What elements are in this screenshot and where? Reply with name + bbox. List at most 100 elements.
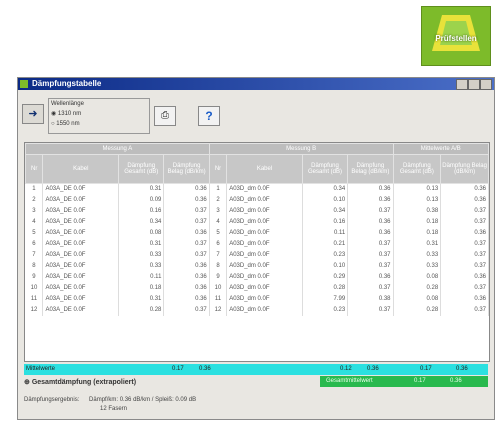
- table-cell: A03A_DE 0.0F: [42, 206, 120, 217]
- table-cell: 0.16: [302, 217, 349, 228]
- radio-1310[interactable]: ◉ 1310 nm: [49, 109, 149, 119]
- table-cell: 0.33: [118, 250, 165, 261]
- mean-row: Mittelwerte 0.17 0.36 0.12 0.36 0.17 0.3…: [24, 364, 488, 375]
- table-cell: A03D_dm 0.0F: [226, 261, 303, 272]
- printer-icon: ⎙: [161, 110, 169, 121]
- maximize-button[interactable]: [468, 79, 480, 90]
- table-cell: 0.34: [118, 217, 165, 228]
- table-cell: 0.33: [118, 261, 165, 272]
- table-cell: 9: [25, 272, 44, 283]
- window-title: Dämpfungstabelle: [32, 79, 102, 88]
- table-cell: 0.36: [440, 272, 489, 283]
- column-header[interactable]: Kabel: [226, 154, 303, 184]
- mean-a-total: 0.17: [172, 366, 184, 372]
- mean-row-highlight: [24, 364, 488, 375]
- table-cell: 0.37: [347, 239, 394, 250]
- column-header[interactable]: Dämpfung Belag (dB/km): [440, 154, 489, 184]
- table-cell: A03D_dm 0.0F: [226, 183, 303, 195]
- table-cell: A03D_dm 0.0F: [226, 228, 303, 239]
- expand-icon[interactable]: ⊕: [24, 379, 30, 386]
- table-cell: 0.36: [163, 283, 210, 294]
- table-row[interactable]: 5 A03A_DE 0.0F 0.08 0.36 5 A03D_dm 0.0F 0.11 0.…: [25, 228, 489, 239]
- table-cell: A03A_DE 0.0F: [42, 217, 120, 228]
- table-cell: A03D_dm 0.0F: [226, 250, 303, 261]
- logo-text: Prüfstellen: [435, 34, 477, 43]
- table-cell: 0.18: [393, 217, 442, 228]
- table-cell: 0.36: [163, 228, 210, 239]
- column-header[interactable]: Dämpfung Gesamt (dB): [301, 154, 349, 184]
- table-row[interactable]: 12 A03A_DE 0.0F 0.28 0.37 12 A03D_dm 0.0F 0.23…: [25, 305, 489, 316]
- table-cell: 12: [209, 305, 228, 316]
- table-row[interactable]: 1 A03A_DE 0.0F 0.31 0.36 1 A03D_dm 0.0F 0.34 0.…: [25, 183, 489, 195]
- table-cell: 0.23: [302, 250, 349, 261]
- table-row[interactable]: 2 A03A_DE 0.0F 0.09 0.36 2 A03D_dm 0.0F 0.10 0.…: [25, 195, 489, 206]
- help-button[interactable]: ?: [198, 106, 220, 126]
- table-cell: A03A_DE 0.0F: [42, 261, 120, 272]
- table-cell: 4: [25, 217, 44, 228]
- back-button[interactable]: ➜: [22, 104, 44, 124]
- table-row[interactable]: 3 A03A_DE 0.0F 0.16 0.37 3 A03D_dm 0.0F 0.34 0.…: [25, 206, 489, 217]
- table-row[interactable]: 8 A03A_DE 0.0F 0.33 0.36 8 A03D_dm 0.0F 0.10 0.…: [25, 261, 489, 272]
- total-attenuation-label: ⊕ Gesamtdämpfung (extrapoliert): [24, 379, 137, 386]
- group-header-mean: Mittelwerte A/B: [392, 143, 490, 155]
- table-cell: A03A_DE 0.0F: [42, 195, 120, 206]
- table-cell: 0.11: [118, 272, 165, 283]
- column-header[interactable]: Dämpfung Gesamt (dB): [392, 154, 442, 184]
- table-cell: 0.36: [163, 183, 210, 195]
- table-cell: 5: [25, 228, 44, 239]
- column-header[interactable]: Dämpfung Gesamt (dB): [118, 154, 165, 184]
- table-cell: 0.37: [163, 305, 210, 316]
- table-row[interactable]: 11 A03A_DE 0.0F 0.31 0.36 11 A03D_dm 0.0F 7.99…: [25, 294, 489, 305]
- print-button[interactable]: ⎙: [154, 106, 176, 126]
- table-cell: 0.31: [118, 294, 165, 305]
- close-button[interactable]: [480, 79, 492, 90]
- table-cell: 0.28: [393, 305, 442, 316]
- table-row[interactable]: 4 A03A_DE 0.0F 0.34 0.37 4 A03D_dm 0.0F 0.16 0.…: [25, 217, 489, 228]
- mean-b-total: 0.12: [340, 366, 352, 372]
- table-row[interactable]: 9 A03A_DE 0.0F 0.11 0.36 9 A03D_dm 0.0F 0.29 0.…: [25, 272, 489, 283]
- table-cell: 0.34: [302, 206, 349, 217]
- table-row[interactable]: 10 A03A_DE 0.0F 0.18 0.36 10 A03D_dm 0.0F 0.28…: [25, 283, 489, 294]
- table-cell: 0.36: [347, 195, 394, 206]
- table-row[interactable]: 7 A03A_DE 0.0F 0.33 0.37 7 A03D_dm 0.0F 0.23 0.…: [25, 250, 489, 261]
- column-header[interactable]: Dämpfung Belag (dB/km): [347, 154, 394, 184]
- table-cell: A03A_DE 0.0F: [42, 239, 120, 250]
- table-cell: A03D_dm 0.0F: [226, 217, 303, 228]
- table-cell: 0.37: [440, 217, 489, 228]
- table-cell: 0.36: [347, 228, 394, 239]
- table-cell: 11: [209, 294, 228, 305]
- radio-1550[interactable]: ○ 1550 nm: [49, 119, 149, 129]
- back-arrow-icon: ➜: [28, 108, 38, 120]
- mean-b-belag: 0.36: [367, 366, 379, 372]
- column-header[interactable]: Kabel: [42, 154, 120, 184]
- table-cell: A03D_dm 0.0F: [226, 294, 303, 305]
- table-cell: A03D_dm 0.0F: [226, 206, 303, 217]
- mean-a-belag: 0.36: [199, 366, 211, 372]
- table-cell: 0.33: [393, 250, 442, 261]
- table-cell: A03A_DE 0.0F: [42, 272, 120, 283]
- table-row[interactable]: 6 A03A_DE 0.0F 0.31 0.37 6 A03D_dm 0.0F 0.21 0.…: [25, 239, 489, 250]
- table-cell: 3: [209, 206, 228, 217]
- table-cell: 0.09: [118, 195, 165, 206]
- column-header[interactable]: Nr: [24, 154, 44, 184]
- table-cell: 0.36: [163, 195, 210, 206]
- table-cell: 0.31: [118, 183, 165, 195]
- table-cell: 0.08: [393, 272, 442, 283]
- table-cell: 0.37: [440, 261, 489, 272]
- table-cell: 0.13: [393, 183, 442, 195]
- table-cell: 0.36: [347, 183, 394, 195]
- attenuation-table: Messung A Messung B Mittelwerte A/B Nr Ka…: [24, 142, 490, 362]
- table-cell: 0.18: [393, 228, 442, 239]
- table-cell: 0.10: [302, 195, 349, 206]
- table-cell: 0.36: [163, 272, 210, 283]
- wavelength-group-title: Wellenlänge: [51, 101, 84, 107]
- table-cell: 4: [209, 217, 228, 228]
- minimize-button[interactable]: [456, 79, 468, 90]
- table-cell: 0.37: [347, 305, 394, 316]
- column-header[interactable]: Dämpfung Belag (dB/km): [163, 154, 210, 184]
- table-cell: 0.29: [302, 272, 349, 283]
- table-cell: A03A_DE 0.0F: [42, 283, 120, 294]
- table-cell: 0.13: [393, 195, 442, 206]
- table-cell: 0.37: [163, 239, 210, 250]
- column-header[interactable]: Nr: [208, 154, 228, 184]
